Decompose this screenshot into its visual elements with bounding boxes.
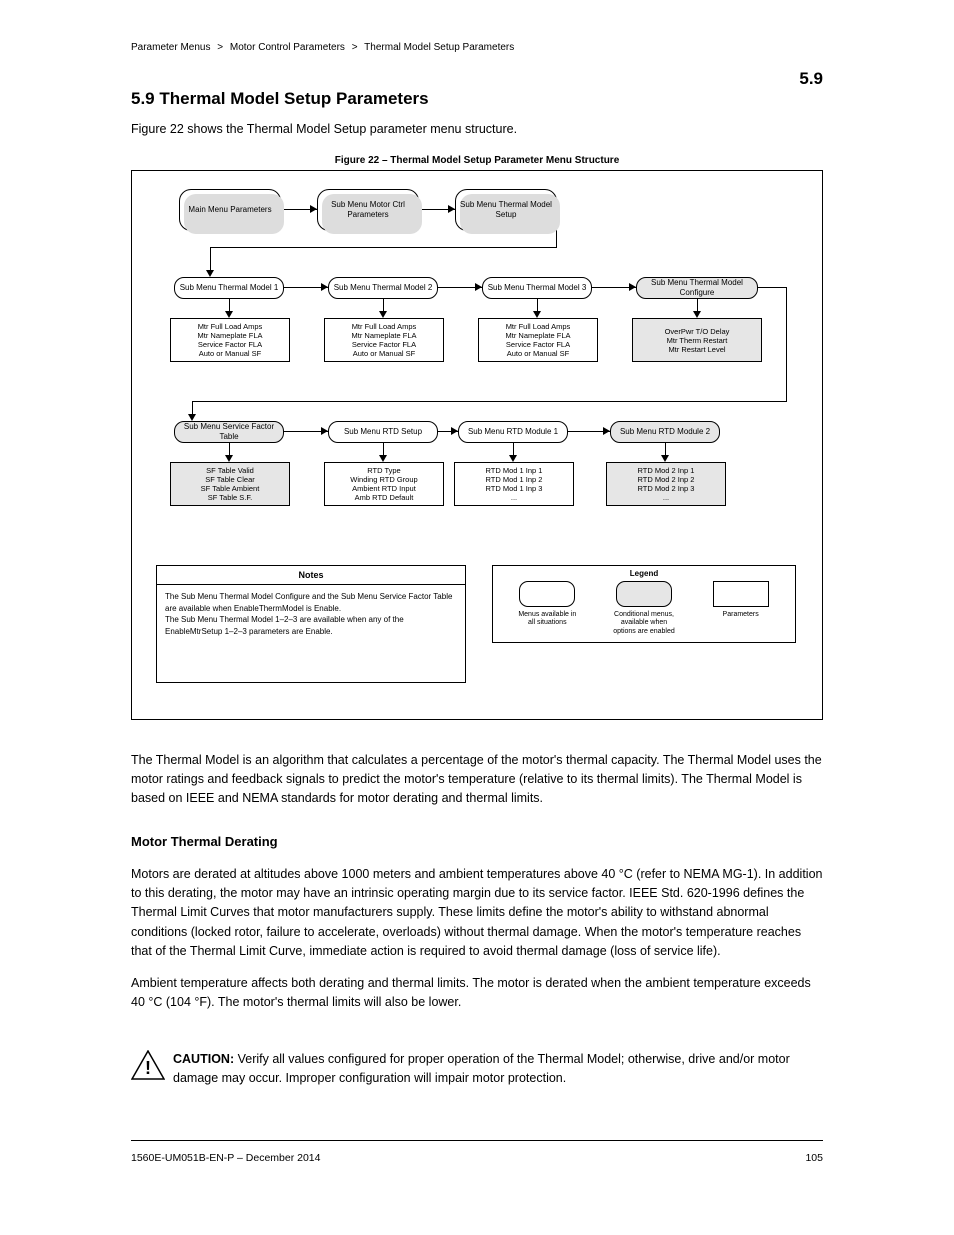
legend-label: Conditional menus, available when option… — [613, 611, 675, 636]
subsection-heading: Motor Thermal Derating — [131, 832, 823, 852]
legend-item: Menus available in all situations — [507, 581, 587, 628]
breadcrumb-item: Parameter Menus — [131, 42, 210, 53]
intro-text: Figure 22 shows the Thermal Model Setup … — [131, 120, 823, 143]
param-node: Mtr Full Load Amps Mtr Nameplate FLA Ser… — [170, 318, 290, 362]
footer-doc-id: 1560E-UM051B-EN-P – December 2014 — [131, 1152, 321, 1164]
subsection: Motor Thermal Derating Motors are derate… — [131, 820, 823, 1025]
param-node: Mtr Full Load Amps Mtr Nameplate FLA Ser… — [478, 318, 598, 362]
param-node: RTD Mod 1 Inp 1 RTD Mod 1 Inp 2 RTD Mod … — [454, 462, 574, 506]
param-node: OverPwr T/O Delay Mtr Therm Restart Mtr … — [632, 318, 762, 362]
submenu-node: Sub Menu RTD Module 2 — [610, 421, 720, 443]
legend-item: Conditional menus, available when option… — [604, 581, 684, 636]
param-node: RTD Type Winding RTD Group Ambient RTD I… — [324, 462, 444, 506]
body-paragraph: The Thermal Model is an algorithm that c… — [131, 738, 823, 821]
legend-shape-param — [713, 581, 769, 607]
legend-label: Parameters — [723, 611, 759, 619]
svg-text:!: ! — [145, 1058, 151, 1078]
param-node: Mtr Full Load Amps Mtr Nameplate FLA Ser… — [324, 318, 444, 362]
figure-caption: Figure 22 – Thermal Model Setup Paramete… — [131, 155, 823, 166]
submenu-node: Sub Menu Thermal Model 1 — [174, 277, 284, 299]
chevron-right-icon: > — [348, 42, 362, 53]
notes-box: Notes The Sub Menu Thermal Model Configu… — [156, 565, 466, 683]
breadcrumb: Parameter Menus > Motor Control Paramete… — [131, 42, 514, 53]
chevron-right-icon: > — [213, 42, 227, 53]
legend-shape-menu — [519, 581, 575, 607]
notes-title: Notes — [157, 566, 465, 585]
legend-shape-conditional — [616, 581, 672, 607]
submenu-node: Sub Menu Thermal Model 3 — [482, 277, 592, 299]
section-number: 5.9 — [799, 69, 823, 89]
legend-item: Parameters — [701, 581, 781, 619]
legend-label: Menus available in all situations — [518, 611, 576, 628]
caution-block: ! CAUTION: Verify all values configured … — [131, 1050, 823, 1089]
submenu-node: Sub Menu Service Factor Table — [174, 421, 284, 443]
body-paragraph: Ambient temperature affects both deratin… — [131, 974, 823, 1013]
submenu-node: Sub Menu RTD Module 1 — [458, 421, 568, 443]
param-node: RTD Mod 2 Inp 1 RTD Mod 2 Inp 2 RTD Mod … — [606, 462, 726, 506]
caution-text: CAUTION: Verify all values configured fo… — [173, 1050, 823, 1089]
notes-body: The Sub Menu Thermal Model Configure and… — [157, 585, 465, 643]
menu-node: Sub Menu Motor Ctrl Parameters — [317, 189, 419, 231]
page-title: 5.9 Thermal Model Setup Parameters — [131, 89, 429, 109]
legend-title: Legend — [493, 566, 795, 581]
breadcrumb-item: Thermal Model Setup Parameters — [364, 42, 514, 53]
menu-node: Sub Menu Thermal Model Setup — [455, 189, 557, 231]
submenu-node: Sub Menu Thermal Model Configure — [636, 277, 758, 299]
submenu-node: Sub Menu RTD Setup — [328, 421, 438, 443]
footer-page-number: 105 — [805, 1152, 823, 1164]
legend-box: Legend Menus available in all situations… — [492, 565, 796, 643]
param-node: SF Table Valid SF Table Clear SF Table A… — [170, 462, 290, 506]
submenu-node: Sub Menu Thermal Model 2 — [328, 277, 438, 299]
footer-rule — [131, 1140, 823, 1141]
caution-icon: ! — [131, 1050, 165, 1080]
breadcrumb-item: Motor Control Parameters — [230, 42, 345, 53]
diagram-frame: Main Menu Parameters Sub Menu Motor Ctrl… — [131, 170, 823, 720]
body-paragraph: Motors are derated at altitudes above 10… — [131, 865, 823, 962]
menu-node: Main Menu Parameters — [179, 189, 281, 231]
